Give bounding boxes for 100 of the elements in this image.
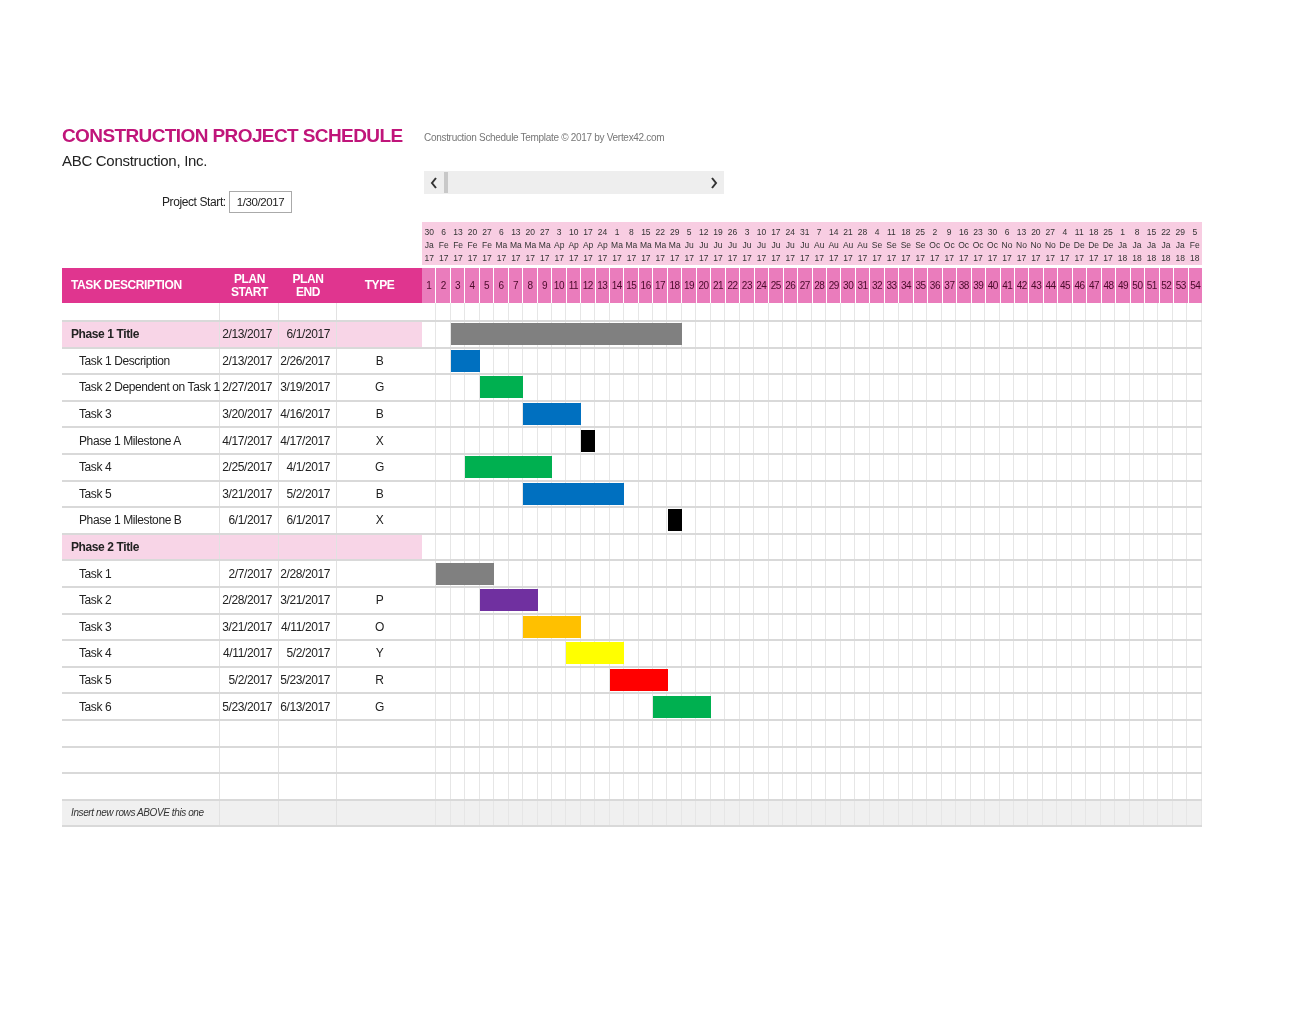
week-number: 39 bbox=[971, 268, 986, 303]
week-month: Fe bbox=[467, 239, 478, 252]
week-year: 17 bbox=[467, 252, 478, 265]
week-year: 17 bbox=[597, 252, 608, 265]
week-day: 21 bbox=[843, 226, 853, 239]
week-day: 20 bbox=[467, 226, 478, 239]
plan-start-date: 2/28/2017 bbox=[222, 593, 272, 608]
week-month: Ju bbox=[684, 239, 694, 252]
week-month: Ju bbox=[742, 239, 752, 252]
week-day: 11 bbox=[887, 226, 896, 239]
week-month: Au bbox=[814, 239, 825, 252]
week-month: Se bbox=[900, 239, 912, 252]
week-number: 1 bbox=[422, 268, 436, 303]
week-day: 8 bbox=[1134, 226, 1140, 239]
week-year: 17 bbox=[540, 252, 550, 265]
week-month: Fe bbox=[482, 239, 492, 252]
task-type: Y bbox=[375, 646, 384, 661]
plan-start-date: 3/20/2017 bbox=[222, 407, 272, 422]
week-number: 35 bbox=[913, 268, 928, 303]
scroll-right-icon[interactable] bbox=[710, 176, 718, 189]
week-number: 36 bbox=[928, 268, 942, 303]
week-day: 17 bbox=[583, 226, 593, 239]
week-month: Ja bbox=[1132, 239, 1142, 252]
plan-end-date: 5/2/2017 bbox=[286, 646, 330, 661]
week-month: Ju bbox=[699, 239, 709, 252]
week-day: 19 bbox=[713, 226, 723, 239]
task-type: G bbox=[375, 460, 384, 475]
project-start-field[interactable]: 1/30/2017 bbox=[228, 191, 293, 213]
week-number: 50 bbox=[1130, 268, 1145, 303]
week-number: 18 bbox=[667, 268, 682, 303]
week-day: 20 bbox=[525, 226, 536, 239]
week-day: 3 bbox=[744, 226, 750, 239]
week-number: 44 bbox=[1043, 268, 1058, 303]
scroll-thumb[interactable] bbox=[444, 172, 448, 193]
plan-start-date: 3/21/2017 bbox=[222, 486, 272, 501]
week-number: 17 bbox=[653, 268, 667, 303]
week-month: De bbox=[1088, 239, 1100, 252]
week-day: 29 bbox=[1175, 226, 1186, 239]
week-year: 17 bbox=[670, 252, 680, 265]
plan-start-date: 2/13/2017 bbox=[222, 327, 272, 342]
week-number: 19 bbox=[682, 268, 696, 303]
week-month: Se bbox=[915, 239, 926, 252]
plan-start-date: 5/23/2017 bbox=[222, 699, 272, 714]
task-type: B bbox=[375, 353, 384, 368]
week-day: 18 bbox=[901, 226, 911, 239]
week-day: 25 bbox=[1103, 226, 1113, 239]
week-year: 18 bbox=[1132, 252, 1142, 265]
task-name: Task 4 bbox=[79, 646, 112, 661]
task-name: Task 1 bbox=[79, 566, 112, 581]
task-type: G bbox=[375, 380, 384, 395]
task-type: B bbox=[375, 407, 384, 422]
week-day: 6 bbox=[499, 226, 504, 239]
plan-end-date: 4/16/2017 bbox=[280, 407, 330, 422]
week-month: Oc bbox=[972, 239, 984, 252]
week-number: 5 bbox=[479, 268, 494, 303]
week-day: 24 bbox=[785, 226, 796, 239]
task-name: Task 1 Description bbox=[79, 353, 170, 368]
week-day: 5 bbox=[1192, 226, 1198, 239]
week-day: 1 bbox=[1120, 226, 1125, 239]
week-day: 12 bbox=[698, 226, 709, 239]
week-year: 17 bbox=[482, 252, 492, 265]
week-day: 23 bbox=[973, 226, 983, 239]
week-year: 18 bbox=[1190, 252, 1200, 265]
week-year: 17 bbox=[785, 252, 796, 265]
plan-end-date: 3/19/2017 bbox=[280, 380, 330, 395]
week-month: Au bbox=[828, 239, 839, 252]
week-day: 15 bbox=[641, 226, 651, 239]
week-month: Ja bbox=[1118, 239, 1128, 252]
week-year: 17 bbox=[756, 252, 767, 265]
week-month: De bbox=[1059, 239, 1071, 252]
week-day: 26 bbox=[727, 226, 738, 239]
column-header: PLAN START bbox=[229, 270, 270, 301]
week-month: Ma bbox=[509, 239, 522, 252]
task-type: B bbox=[375, 486, 384, 501]
week-day: 3 bbox=[556, 226, 562, 239]
plan-end-date: 6/1/2017 bbox=[286, 327, 330, 342]
week-day: 13 bbox=[453, 226, 463, 239]
week-number: 31 bbox=[855, 268, 870, 303]
week-day: 14 bbox=[828, 226, 839, 239]
week-number: 16 bbox=[638, 268, 653, 303]
plan-end-date: 3/21/2017 bbox=[280, 593, 330, 608]
task-name: Task 6 bbox=[79, 699, 112, 714]
week-month: Oc bbox=[958, 239, 970, 252]
scroll-left-icon[interactable] bbox=[430, 176, 438, 189]
task-name: Task 3 bbox=[79, 407, 112, 422]
week-number: 40 bbox=[986, 268, 1000, 303]
task-name: Task 3 bbox=[79, 619, 112, 634]
week-day: 4 bbox=[874, 226, 880, 239]
week-year: 17 bbox=[453, 252, 463, 265]
week-year: 17 bbox=[1002, 252, 1012, 265]
week-number: 11 bbox=[566, 268, 581, 303]
week-year: 17 bbox=[1074, 252, 1084, 265]
week-day: 11 bbox=[1074, 226, 1084, 239]
week-day: 8 bbox=[629, 226, 634, 239]
week-number: 51 bbox=[1145, 268, 1159, 303]
week-year: 17 bbox=[698, 252, 709, 265]
scrollbar[interactable] bbox=[424, 171, 724, 194]
week-year: 17 bbox=[930, 252, 940, 265]
plan-end-date: 5/2/2017 bbox=[286, 486, 330, 501]
week-month: Fe bbox=[438, 239, 449, 252]
